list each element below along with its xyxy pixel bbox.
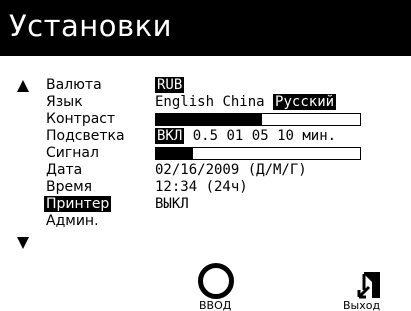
language-option-russian[interactable]: Русский [273,94,337,110]
time-value[interactable]: 12:34 (24ч) [155,179,248,195]
signal-label: Сигнал [46,145,99,161]
page-title: Установки [9,9,172,43]
exit-button-label[interactable]: Выход [343,299,380,311]
printer-value[interactable]: ВЫКЛ [155,196,189,212]
contrast-label: Контраст [46,111,116,127]
ok-circle-icon[interactable] [198,263,234,299]
currency-selected[interactable]: RUB [155,77,185,93]
admin-label[interactable]: Админ. [46,213,99,229]
scroll-down-icon[interactable] [17,237,29,249]
printer-label-text: Принтер [44,196,112,212]
door-exit-icon[interactable] [356,270,386,300]
time-label: Время [46,179,93,195]
language-option-english[interactable]: English [155,94,214,110]
currency-value[interactable]: RUB [155,77,185,93]
contrast-slider[interactable] [155,113,361,126]
scroll-up-icon[interactable] [17,80,29,92]
backlight-option-01[interactable]: 01 [226,128,243,144]
date-value[interactable]: 02/16/2009 (Д/М/Г) [155,162,307,178]
signal-fill [156,148,193,159]
backlight-option-10[interactable]: 10 [277,128,294,144]
language-option-china[interactable]: China [222,94,264,110]
currency-label: Валюта [46,77,102,93]
language-options: English China Русский [155,94,337,110]
ok-button-label[interactable]: ВВОД [199,299,231,311]
printer-label[interactable]: Принтер [44,196,112,212]
title-bar: Установки [0,0,411,56]
backlight-option-on[interactable]: ВКЛ [155,128,185,144]
signal-slider[interactable] [155,147,361,160]
contrast-fill [156,114,263,125]
settings-screen: Установки Валюта RUB Язык English China … [0,0,411,311]
backlight-unit: мин. [302,128,337,144]
backlight-options: ВКЛ 0.5 01 05 10 мин. [155,128,336,144]
backlight-option-0-5[interactable]: 0.5 [193,128,218,144]
language-label: Язык [46,94,83,110]
backlight-label: Подсветка [46,128,125,144]
date-label: Дата [46,162,83,178]
backlight-option-05[interactable]: 05 [252,128,269,144]
